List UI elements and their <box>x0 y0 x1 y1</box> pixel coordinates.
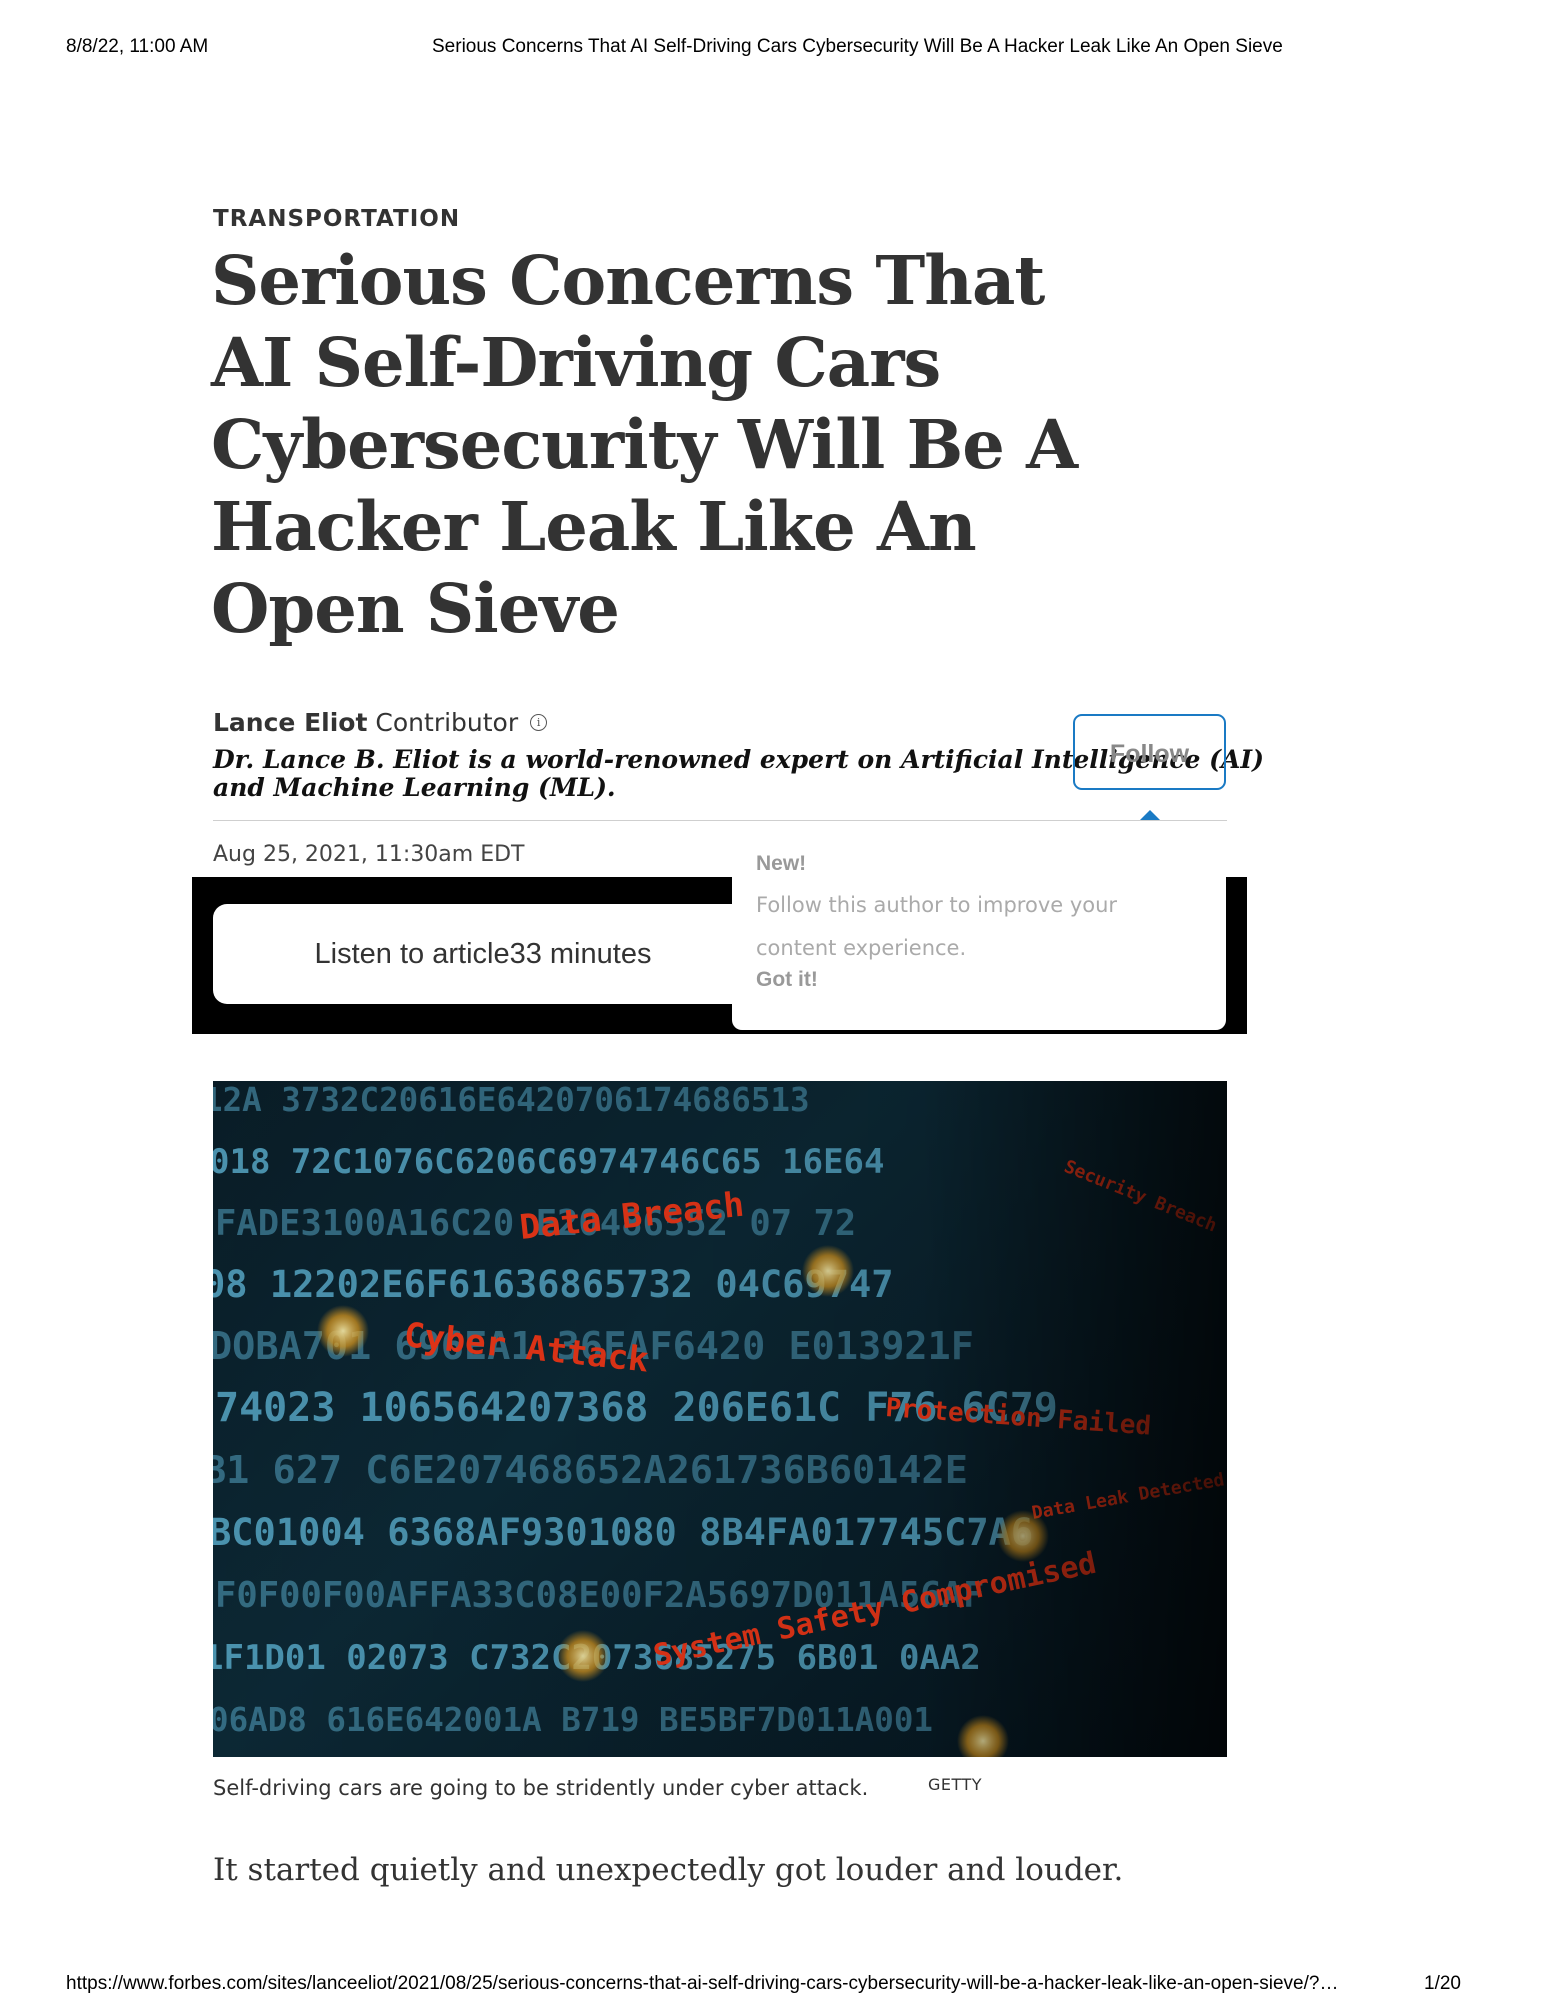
print-url: https://www.forbes.com/sites/lanceeliot/… <box>66 1973 1339 1994</box>
byline-divider <box>213 820 1227 821</box>
author-name[interactable]: Lance Eliot <box>213 708 367 737</box>
lead-paragraph: It started quietly and unexpectedly got … <box>213 1852 1124 1888</box>
print-header: 8/8/22, 11:00 AM Serious Concerns That A… <box>0 36 1545 60</box>
popup-message: Follow this author to improve your conte… <box>756 893 1118 960</box>
popup-dismiss-button[interactable]: Got it! <box>756 968 1202 992</box>
print-date: 8/8/22, 11:00 AM <box>66 36 209 57</box>
print-page-number: 1/20 <box>1424 1973 1461 1994</box>
publish-date: Aug 25, 2021, 11:30am EDT <box>213 842 525 867</box>
hero-image: 12A 3732C20616E6420706174686513018 72C10… <box>213 1081 1227 1757</box>
byline: Lance Eliot Contributor i <box>213 708 548 737</box>
image-caption: Self-driving cars are going to be stride… <box>213 1776 869 1800</box>
follow-tooltip-popup: New! Follow this author to improve your … <box>732 834 1226 1030</box>
print-footer: https://www.forbes.com/sites/lanceeliot/… <box>66 1973 1486 1997</box>
image-credit: GETTY <box>928 1775 983 1794</box>
article-headline: Serious Concerns That AI Self-Driving Ca… <box>211 241 1078 648</box>
info-icon[interactable]: i <box>530 714 548 731</box>
cyber-hex-image: 12A 3732C20616E6420706174686513018 72C10… <box>213 1081 1227 1757</box>
listen-button[interactable]: Listen to article33 minutes <box>213 904 753 1004</box>
popup-new-label: New! <box>756 852 807 875</box>
popup-caret-icon <box>1140 810 1160 820</box>
section-label[interactable]: TRANSPORTATION <box>213 206 460 232</box>
print-title: Serious Concerns That AI Self-Driving Ca… <box>432 36 1283 57</box>
follow-button[interactable]: Follow <box>1073 714 1226 790</box>
author-role: Contributor <box>375 708 519 737</box>
